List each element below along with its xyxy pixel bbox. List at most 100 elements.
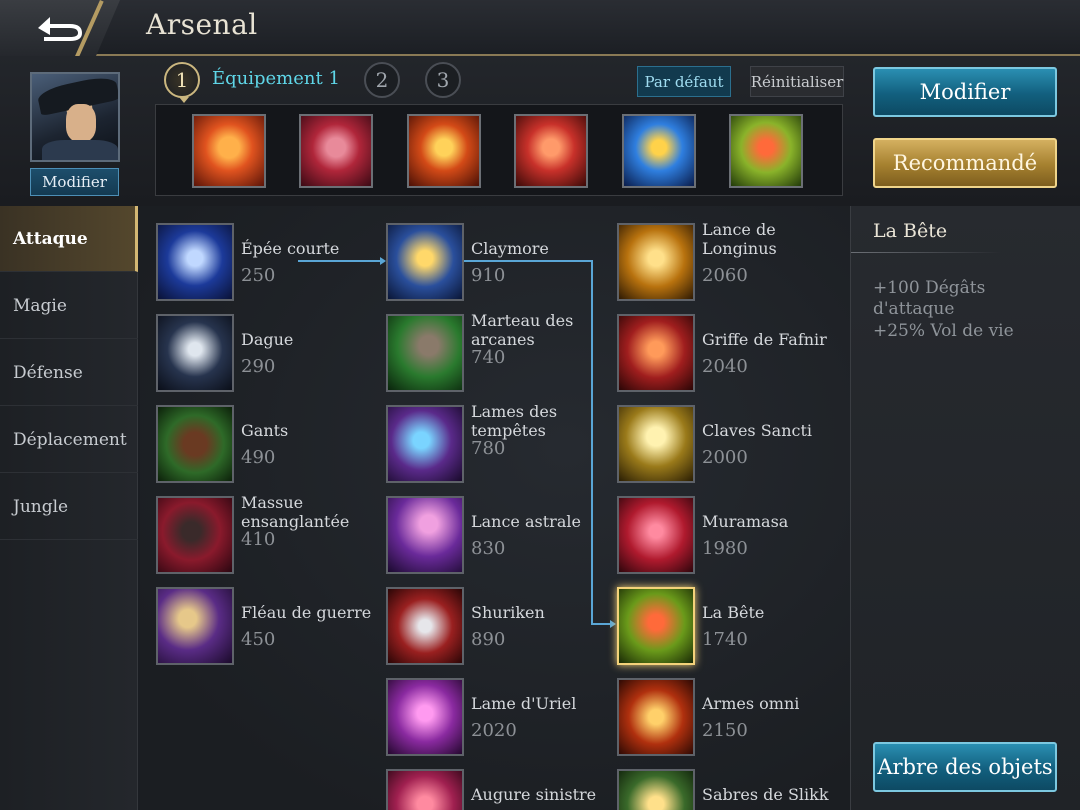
slot-tab-3[interactable]: 3 bbox=[425, 62, 461, 98]
item-slikk-sabers[interactable]: Sabres de Slikk bbox=[617, 769, 847, 810]
astral-spear-icon bbox=[386, 496, 464, 574]
item-price: 1740 bbox=[702, 629, 748, 650]
arcane-hammer-icon bbox=[386, 314, 464, 392]
item-la-bete[interactable]: La Bête 1740 bbox=[617, 587, 847, 667]
item-name: Lance astrale bbox=[471, 512, 581, 531]
item-price: 1980 bbox=[702, 538, 748, 559]
longinus-spear-icon bbox=[617, 223, 695, 301]
slikk-sabers-icon bbox=[617, 769, 695, 810]
item-sinister-omen[interactable]: Augure sinistre bbox=[386, 769, 616, 810]
item-storm-blades[interactable]: Lames des tempêtes 780 bbox=[386, 402, 616, 485]
bloody-mace-icon bbox=[156, 496, 234, 574]
item-uriel-blade[interactable]: Lame d'Uriel 2020 bbox=[386, 678, 616, 758]
item-name: La Bête bbox=[702, 603, 765, 622]
item-name: Griffe de Fafnir bbox=[702, 330, 827, 349]
slot-number: 3 bbox=[436, 68, 450, 92]
category-label: Magie bbox=[13, 295, 67, 316]
item-name: Épée courte bbox=[241, 239, 340, 258]
item-name: Sabres de Slikk bbox=[702, 785, 829, 804]
header-bar: Arsenal bbox=[0, 0, 1080, 56]
detail-divider bbox=[851, 252, 1001, 253]
item-price: 2020 bbox=[471, 720, 517, 741]
detail-stat: +100 Dégâts d'attaque bbox=[873, 278, 986, 319]
item-name: Gants bbox=[241, 421, 289, 440]
item-short-sword[interactable]: Épée courte 250 bbox=[156, 223, 386, 303]
item-shuriken[interactable]: Shuriken 890 bbox=[386, 587, 616, 667]
item-price: 290 bbox=[241, 356, 276, 377]
fafnir-claw-icon bbox=[617, 314, 695, 392]
item-name: Muramasa bbox=[702, 512, 789, 531]
recommended-button[interactable]: Recommandé bbox=[873, 138, 1057, 188]
item-name: Massue ensanglantée bbox=[241, 493, 350, 531]
equipped-items-bar bbox=[155, 104, 843, 196]
modify-build-button[interactable]: Modifier bbox=[873, 67, 1057, 117]
active-slot-label: Équipement 1 bbox=[212, 68, 340, 89]
detail-title: La Bête bbox=[873, 220, 948, 242]
item-price: 2060 bbox=[702, 265, 748, 286]
muramasa-icon bbox=[617, 496, 695, 574]
gloves-icon bbox=[156, 405, 234, 483]
item-price: 450 bbox=[241, 629, 276, 650]
item-name: Lame d'Uriel bbox=[471, 694, 577, 713]
item-astral-spear[interactable]: Lance astrale 830 bbox=[386, 496, 616, 576]
lightning-sword-icon[interactable] bbox=[622, 114, 696, 188]
back-arrow-icon bbox=[38, 17, 82, 41]
item-tree-button[interactable]: Arbre des objets bbox=[873, 742, 1057, 792]
item-war-flail[interactable]: Fléau de guerre 450 bbox=[156, 587, 386, 667]
item-name: Fléau de guerre bbox=[241, 603, 372, 622]
item-name: Lance de Longinus bbox=[702, 220, 777, 258]
slot-tab-2[interactable]: 2 bbox=[364, 62, 400, 98]
hero-avatar[interactable] bbox=[30, 72, 120, 162]
item-claves-sancti[interactable]: Claves Sancti 2000 bbox=[617, 405, 847, 485]
back-button[interactable] bbox=[0, 0, 120, 56]
war-flail-icon bbox=[156, 587, 234, 665]
beast-sword-icon[interactable] bbox=[729, 114, 803, 188]
category-sidebar: Attaque Magie Défense Déplacement Jungle bbox=[0, 206, 138, 810]
shuriken-icon bbox=[386, 587, 464, 665]
item-detail-panel: La Bête +100 Dégâts d'attaque +25% Vol d… bbox=[850, 206, 1080, 810]
item-claymore[interactable]: Claymore 910 bbox=[386, 223, 616, 303]
hero-modify-button[interactable]: Modifier bbox=[30, 168, 119, 196]
uriel-blade-icon bbox=[386, 678, 464, 756]
item-price: 2150 bbox=[702, 720, 748, 741]
claymore-icon bbox=[386, 223, 464, 301]
item-grid: Épée courte 250 Dague 290 Gants 490 Mass… bbox=[140, 206, 850, 810]
item-gloves[interactable]: Gants 490 bbox=[156, 405, 386, 485]
item-muramasa[interactable]: Muramasa 1980 bbox=[617, 496, 847, 576]
item-price: 250 bbox=[241, 265, 276, 286]
item-name: Augure sinistre bbox=[471, 785, 597, 804]
item-fafnir-claw[interactable]: Griffe de Fafnir 2040 bbox=[617, 314, 847, 394]
omni-arms-icon bbox=[617, 678, 695, 756]
category-attack[interactable]: Attaque bbox=[0, 206, 138, 272]
sinister-omen-icon bbox=[386, 769, 464, 810]
storm-blades-icon bbox=[386, 405, 464, 483]
category-magic[interactable]: Magie bbox=[0, 273, 138, 339]
item-name: Dague bbox=[241, 330, 294, 349]
slot-tab-1[interactable]: 1 bbox=[164, 62, 200, 103]
crimson-sword-icon[interactable] bbox=[514, 114, 588, 188]
item-price: 2000 bbox=[702, 447, 748, 468]
category-defense[interactable]: Défense bbox=[0, 340, 138, 406]
item-price: 910 bbox=[471, 265, 506, 286]
item-arcane-hammer[interactable]: Marteau des arcanes 740 bbox=[386, 311, 616, 394]
item-price: 490 bbox=[241, 447, 276, 468]
item-dagger[interactable]: Dague 290 bbox=[156, 314, 386, 394]
slot-number: 2 bbox=[375, 68, 389, 92]
item-name: Claymore bbox=[471, 239, 549, 258]
default-build-button[interactable]: Par défaut bbox=[637, 66, 731, 97]
item-name: Armes omni bbox=[702, 694, 800, 713]
item-bloody-mace[interactable]: Massue ensanglantée 410 bbox=[156, 493, 386, 576]
item-omni-arms[interactable]: Armes omni 2150 bbox=[617, 678, 847, 758]
category-movement[interactable]: Déplacement bbox=[0, 407, 138, 473]
item-price: 780 bbox=[471, 438, 506, 459]
item-name: Lames des tempêtes bbox=[471, 402, 558, 440]
category-label: Défense bbox=[13, 362, 83, 383]
claves-sancti-icon bbox=[617, 405, 695, 483]
claw-gauntlet-icon[interactable] bbox=[192, 114, 266, 188]
dual-blade-icon[interactable] bbox=[407, 114, 481, 188]
boots-icon[interactable] bbox=[299, 114, 373, 188]
reset-button[interactable]: Réinitialiser bbox=[750, 66, 844, 97]
item-longinus-spear[interactable]: Lance de Longinus 2060 bbox=[617, 220, 847, 303]
item-price: 830 bbox=[471, 538, 506, 559]
category-jungle[interactable]: Jungle bbox=[0, 474, 138, 540]
